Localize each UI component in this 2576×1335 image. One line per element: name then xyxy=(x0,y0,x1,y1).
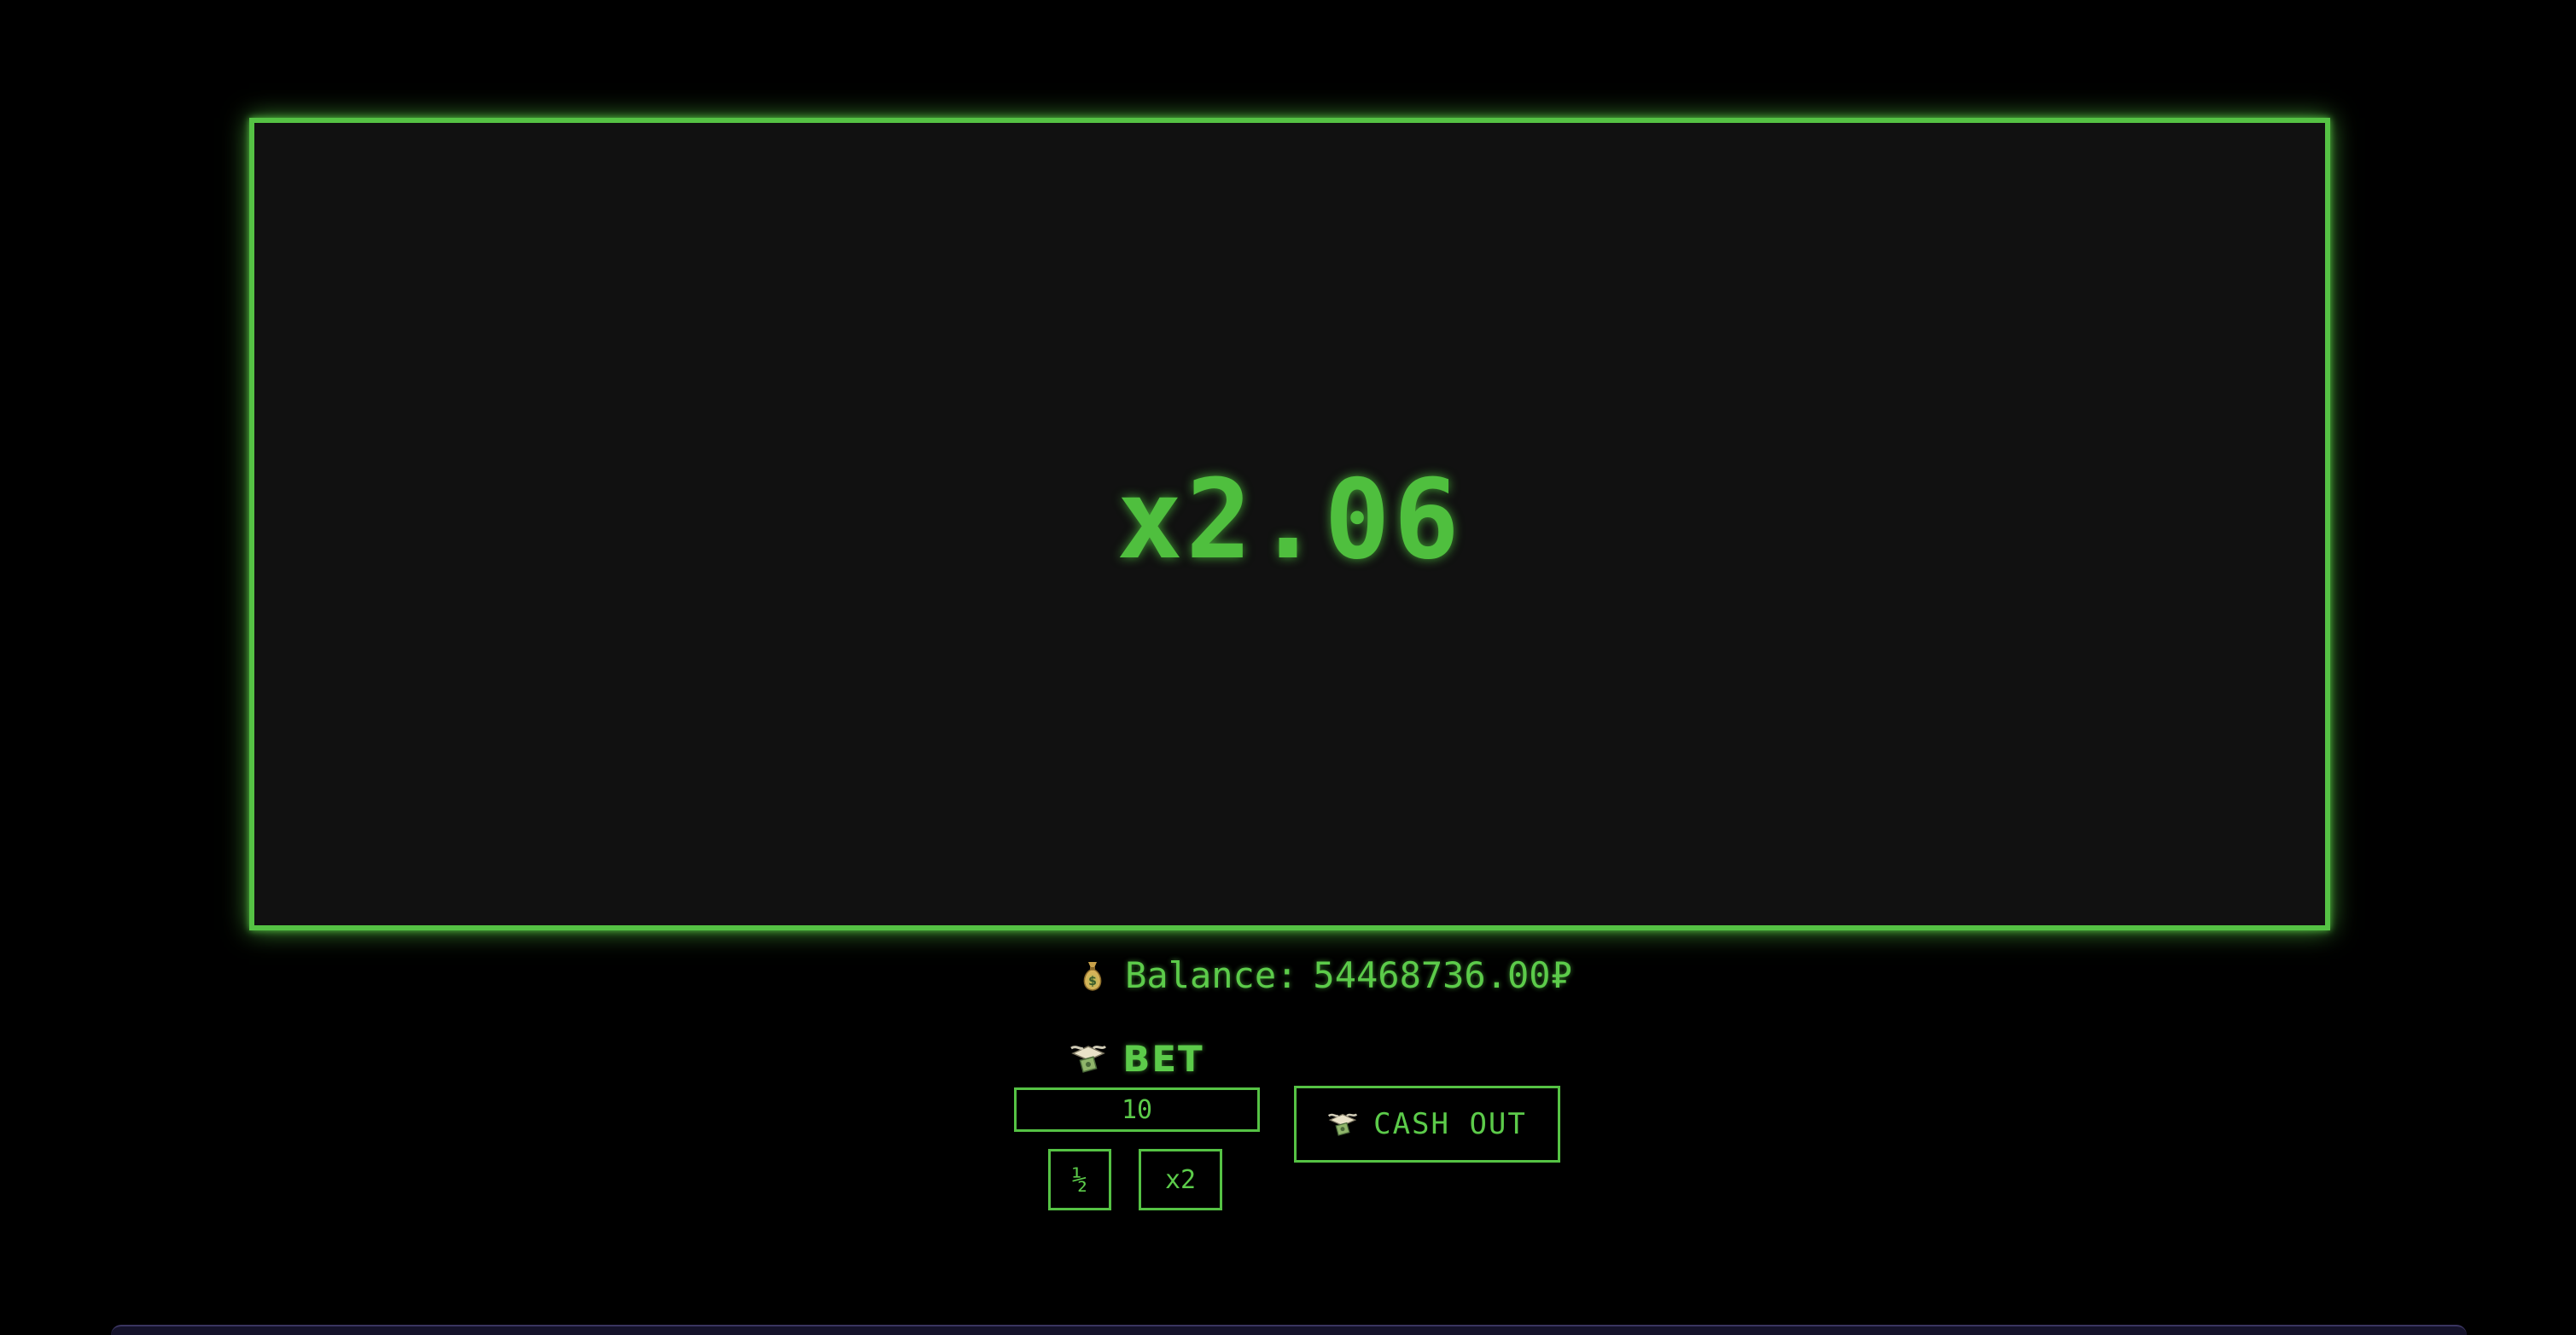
bet-label-row: BET xyxy=(1014,1033,1260,1084)
halve-bet-button[interactable]: ½ xyxy=(1048,1149,1111,1210)
flying-money-icon xyxy=(1069,1041,1107,1076)
flying-money-icon xyxy=(1327,1110,1358,1139)
bet-amount-input[interactable] xyxy=(1014,1087,1260,1132)
double-bet-button[interactable]: x2 xyxy=(1139,1149,1222,1210)
bet-block: BET ½ x2 xyxy=(1014,1033,1260,1212)
cash-out-label: CASH OUT xyxy=(1373,1107,1527,1141)
multiplier-display: x2.06 xyxy=(1116,456,1463,584)
balance-label: Balance: xyxy=(1125,954,1298,996)
cash-out-button[interactable]: CASH OUT xyxy=(1294,1086,1560,1163)
bet-controls: BET ½ x2 CASH OUT xyxy=(0,1033,2576,1229)
bet-label: BET xyxy=(1122,1037,1204,1080)
crash-game-screen: x2.06 xyxy=(249,118,2330,930)
bottom-bar xyxy=(111,1325,2467,1335)
bet-adjust-buttons: ½ x2 xyxy=(1014,1149,1260,1212)
balance-text: Balance: 54468736.00₽ xyxy=(1125,954,1572,996)
balance-row: $ Balance: 54468736.00₽ xyxy=(0,954,2576,996)
balance-amount: 54468736.00₽ xyxy=(1313,954,1572,996)
svg-text:$: $ xyxy=(1088,975,1097,988)
game-page: x2.06 $ Balance: 54468736.00₽ BET 10 ½ x… xyxy=(0,0,2576,1335)
money-bag-icon: $ xyxy=(1081,959,1104,993)
